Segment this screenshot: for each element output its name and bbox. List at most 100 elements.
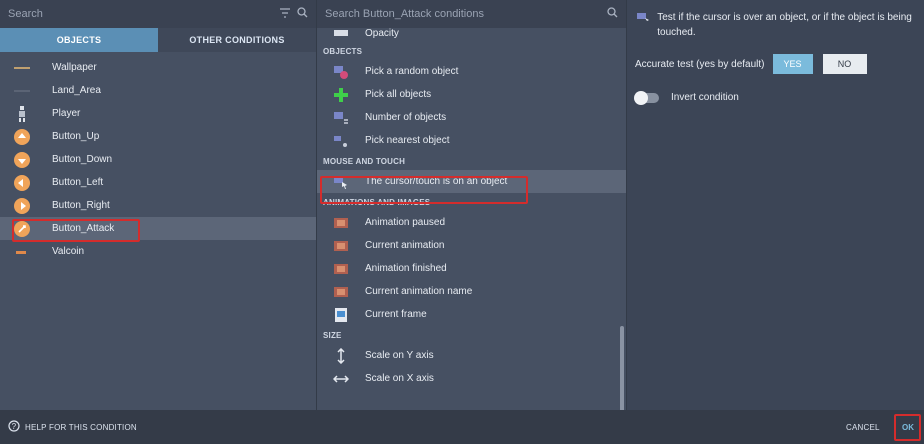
frame-icon [333, 307, 349, 323]
objects-search-input[interactable]: Search [8, 8, 279, 20]
cancel-button[interactable]: CANCEL [846, 423, 880, 432]
line-icon [14, 60, 30, 76]
condition-number-of-objects[interactable]: Number of objects [317, 106, 626, 129]
invert-condition-label: Invert condition [671, 92, 739, 103]
objects-search-bar[interactable]: Search [0, 0, 316, 28]
condition-label: Animation finished [365, 263, 447, 274]
condition-animation-paused[interactable]: Animation paused [317, 211, 626, 234]
help-link[interactable]: ? HELP FOR THIS CONDITION [8, 420, 137, 434]
arrow-down-circle-icon [14, 151, 30, 168]
player-sprite-icon [14, 105, 30, 122]
object-item-land-area[interactable]: Land_Area [0, 79, 316, 102]
object-item-wallpaper[interactable]: Wallpaper [0, 56, 316, 79]
condition-list[interactable]: Opacity OBJECTS Pick a random object Pic… [317, 28, 626, 410]
condition-label: Current animation [365, 240, 445, 251]
dialog-footer: ? HELP FOR THIS CONDITION CANCEL OK [0, 410, 924, 444]
object-label: Land_Area [52, 85, 101, 96]
object-item-button-attack[interactable]: Button_Attack [0, 217, 316, 240]
condition-current-animation-name[interactable]: Current animation name [317, 280, 626, 303]
condition-cursor-on-object[interactable]: The cursor/touch is on an object [317, 170, 626, 193]
no-button[interactable]: NO [822, 54, 867, 74]
object-label: Button_Down [52, 154, 113, 165]
conditions-search-bar[interactable]: Search Button_Attack conditions [317, 0, 626, 28]
conditions-panel: Search Button_Attack conditions Opacity … [316, 0, 626, 410]
object-list: Wallpaper Land_Area Player Button_Up But… [0, 52, 316, 263]
arrow-left-circle-icon [14, 174, 30, 191]
object-item-valcoin[interactable]: Valcoin [0, 240, 316, 263]
help-circle-icon: ? [8, 420, 20, 434]
accurate-test-label: Accurate test (yes by default) [635, 58, 765, 70]
object-item-button-right[interactable]: Button_Right [0, 194, 316, 217]
condition-label: The cursor/touch is on an object [365, 176, 508, 187]
condition-scale-x-axis[interactable]: Scale on X axis [317, 367, 626, 390]
group-mouse-and-touch: MOUSE AND TOUCH [323, 156, 406, 166]
object-label: Button_Attack [52, 223, 115, 234]
line-icon [14, 83, 30, 99]
condition-label: Pick nearest object [365, 135, 450, 146]
invert-condition-toggle[interactable] [634, 90, 659, 105]
condition-current-frame[interactable]: Current frame [317, 303, 626, 326]
condition-label: Current frame [365, 309, 427, 320]
condition-scale-y-axis[interactable]: Scale on Y axis [317, 344, 626, 367]
plus-icon [333, 87, 349, 103]
arrow-right-circle-icon [14, 197, 30, 214]
tab-other-conditions[interactable]: OTHER CONDITIONS [158, 28, 316, 52]
object-label: Player [52, 108, 81, 119]
condition-pick-nearest-object[interactable]: Pick nearest object [317, 129, 626, 152]
conditions-scrollbar[interactable] [620, 326, 624, 410]
group-animations-and-images: ANIMATIONS AND IMAGES [323, 197, 431, 207]
condition-details-panel: Test if the cursor is over an object, or… [626, 0, 924, 410]
condition-label: Pick a random object [365, 66, 459, 77]
condition-label: Number of objects [365, 112, 447, 123]
condition-label: Pick all objects [365, 89, 432, 100]
condition-opacity[interactable]: Opacity [317, 28, 626, 42]
condition-animation-finished[interactable]: Animation finished [317, 257, 626, 280]
panel-tabs: OBJECTS OTHER CONDITIONS [0, 28, 316, 52]
random-object-icon [333, 64, 349, 80]
object-label: Button_Right [52, 200, 110, 211]
conditions-search-input[interactable]: Search Button_Attack conditions [325, 8, 607, 20]
object-label: Button_Left [52, 177, 104, 188]
condition-pick-random-object[interactable]: Pick a random object [317, 60, 626, 83]
condition-current-animation[interactable]: Current animation [317, 234, 626, 257]
condition-label: Animation paused [365, 217, 446, 228]
attack-circle-icon [14, 220, 30, 237]
scale-y-icon [333, 347, 349, 364]
object-item-button-up[interactable]: Button_Up [0, 125, 316, 148]
nearest-object-icon [333, 133, 349, 149]
group-size: SIZE [323, 330, 342, 340]
arrow-up-circle-icon [14, 128, 30, 145]
scale-x-icon [333, 371, 349, 387]
opacity-icon [333, 28, 349, 41]
condition-editor-dialog: Search OBJECTS OTHER CONDITIONS Wallpape… [0, 0, 924, 444]
film-icon [333, 261, 349, 277]
description-text: Test if the cursor is over an object, or… [657, 12, 912, 38]
cursor-object-icon [333, 174, 349, 190]
condition-label: Current animation name [365, 286, 473, 297]
object-item-button-left[interactable]: Button_Left [0, 171, 316, 194]
film-icon [333, 284, 349, 300]
accurate-test-param: Accurate test (yes by default) YES NO [635, 54, 924, 74]
cursor-object-icon [637, 12, 649, 40]
number-objects-icon [333, 110, 349, 126]
help-label: HELP FOR THIS CONDITION [25, 422, 137, 432]
group-objects: OBJECTS [323, 46, 363, 56]
object-item-player[interactable]: Player [0, 102, 316, 125]
coin-icon [14, 244, 30, 260]
condition-label: Scale on X axis [365, 373, 434, 384]
condition-pick-all-objects[interactable]: Pick all objects [317, 83, 626, 106]
svg-text:?: ? [12, 422, 17, 431]
tab-objects[interactable]: OBJECTS [0, 28, 158, 52]
object-label: Button_Up [52, 131, 100, 142]
yes-button[interactable]: YES [772, 54, 813, 74]
object-item-button-down[interactable]: Button_Down [0, 148, 316, 171]
film-icon [333, 215, 349, 231]
objects-panel: Search OBJECTS OTHER CONDITIONS Wallpape… [0, 0, 316, 410]
search-icon[interactable] [297, 7, 308, 21]
filter-icon[interactable] [279, 7, 291, 21]
search-icon[interactable] [607, 7, 618, 21]
film-icon [333, 238, 349, 254]
ok-button[interactable]: OK [902, 423, 914, 432]
condition-description: Test if the cursor is over an object, or… [627, 0, 924, 40]
invert-condition-row: Invert condition [634, 90, 924, 105]
